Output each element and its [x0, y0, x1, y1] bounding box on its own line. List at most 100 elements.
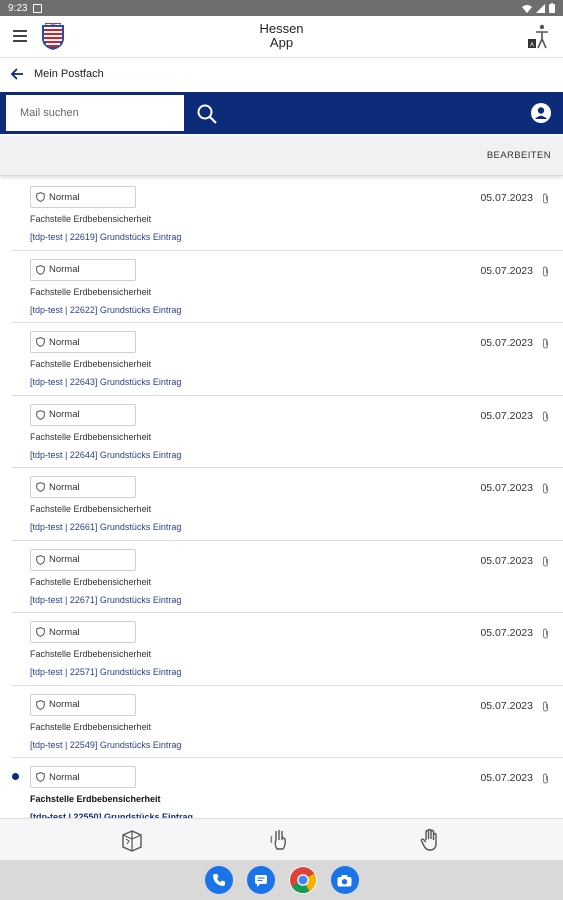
- mail-sender: Fachstelle Erdbebensicherheit: [30, 286, 152, 297]
- shield-icon: [36, 772, 45, 782]
- mail-date: 05.07.2023: [480, 699, 533, 712]
- list-toolbar: BEARBEITEN: [0, 136, 563, 176]
- mail-list-item[interactable]: Normal 05.07.2023 Fachstelle Erdbebensiche…: [12, 396, 563, 468]
- mail-date: 05.07.2023: [480, 554, 533, 567]
- attachment-icon: [543, 628, 548, 639]
- back-navigation[interactable]: Mein Postfach: [0, 60, 563, 90]
- priority-badge: Normal: [30, 258, 136, 281]
- shield-icon: [36, 554, 45, 565]
- mail-sender: Fachstelle Erdbebensicherheit: [30, 721, 152, 732]
- priority-badge: Normal: [30, 548, 136, 571]
- priority-badge: Normal: [30, 766, 136, 788]
- mail-date: 05.07.2023: [480, 482, 533, 494]
- mail-sender: Fachstelle Erdbebensicherheit: [30, 649, 152, 659]
- mail-subject[interactable]: [tdp-test | 22619] Grundstücks Eintrag: [30, 232, 181, 242]
- messages-app-icon[interactable]: [246, 866, 275, 894]
- mail-subject[interactable]: [tdp-test | 22644] Grundstücks Eintrag: [30, 450, 181, 460]
- priority-label: Normal: [49, 191, 80, 203]
- mail-date: 05.07.2023: [480, 772, 533, 784]
- mail-sender: Fachstelle Erdbebensicherheit: [30, 504, 152, 514]
- mail-list-item[interactable]: Normal 05.07.2023 Fachstelle Erdbebensiche…: [12, 251, 563, 323]
- priority-label: Normal: [49, 771, 80, 783]
- attachment-icon: [543, 483, 548, 494]
- app-title-line1: Hessen: [259, 21, 304, 36]
- mail-list-item[interactable]: Normal 05.07.2023 Fachstelle Erdbebensiche…: [12, 468, 563, 541]
- map-book-icon[interactable]: [120, 828, 144, 852]
- mail-subject[interactable]: [tdp-test | 22671] Grundstücks Eintrag: [30, 595, 181, 605]
- mail-sender: Fachstelle Erdbebensicherheit: [30, 214, 152, 224]
- status-time: 9:23: [8, 2, 28, 14]
- mail-date: 05.07.2023: [480, 337, 533, 349]
- mail-list-item[interactable]: Normal 05.07.2023 Fachstelle Erdbebensiche…: [12, 323, 563, 396]
- mail-date: 05.07.2023: [480, 627, 533, 639]
- sign-language-icon[interactable]: [268, 828, 292, 852]
- mail-list-item[interactable]: Normal 05.07.2023 Fachstelle Erdbebensiche…: [12, 613, 563, 686]
- priority-label: Normal: [49, 554, 80, 565]
- shield-icon: [36, 627, 45, 637]
- priority-label: Normal: [49, 264, 80, 275]
- mail-subject[interactable]: [tdp-test | 22549] Grundstücks Eintrag: [30, 740, 181, 750]
- notification-icon: [33, 3, 43, 13]
- mail-subject[interactable]: [tdp-test | 22661] Grundstücks Eintrag: [30, 522, 181, 532]
- mail-subject[interactable]: [tdp-test | 22622] Grundstücks Eintrag: [30, 305, 181, 315]
- attachment-icon: [543, 266, 548, 276]
- accessibility-icon[interactable]: A: [527, 24, 551, 50]
- mail-sender: Fachstelle Erdbebensicherheit: [30, 431, 152, 442]
- account-icon[interactable]: [531, 103, 551, 123]
- unread-indicator: [12, 773, 19, 780]
- mail-date: 05.07.2023: [480, 409, 533, 422]
- hand-icon[interactable]: [418, 828, 442, 852]
- mail-subject[interactable]: [tdp-test | 22571] Grundstücks Eintrag: [30, 667, 181, 677]
- priority-label: Normal: [49, 699, 80, 710]
- mail-list-item[interactable]: Normal 05.07.2023 Fachstelle Erdbebensiche…: [12, 686, 563, 758]
- camera-app-icon[interactable]: [330, 866, 359, 894]
- attachment-icon: [543, 411, 548, 421]
- priority-label: Normal: [49, 409, 80, 420]
- chrome-app-icon[interactable]: [288, 866, 317, 894]
- search-icon[interactable]: [196, 103, 218, 125]
- battery-icon: [549, 3, 555, 13]
- shield-icon: [36, 337, 45, 347]
- priority-label: Normal: [49, 626, 80, 638]
- mail-date: 05.07.2023: [480, 192, 533, 204]
- shield-icon: [36, 482, 45, 492]
- edit-button[interactable]: BEARBEITEN: [487, 150, 551, 161]
- mail-list-item[interactable]: Normal 05.07.2023 Fachstelle Erdbebensiche…: [12, 178, 563, 251]
- search-bar: [0, 92, 563, 134]
- attachment-icon: [543, 701, 548, 711]
- search-input[interactable]: [6, 95, 184, 131]
- priority-badge: Normal: [30, 403, 136, 426]
- shield-icon: [36, 192, 45, 202]
- priority-badge: Normal: [30, 186, 136, 208]
- attachment-icon: [543, 556, 548, 566]
- shield-icon: [36, 699, 45, 710]
- mail-date: 05.07.2023: [480, 264, 533, 277]
- priority-badge: Normal: [30, 693, 136, 716]
- shield-icon: [36, 409, 45, 420]
- attachment-icon: [543, 193, 548, 204]
- app-title-line2: App: [269, 35, 294, 50]
- app-header: Hessen App A: [0, 16, 563, 58]
- mail-list: Normal 05.07.2023 Fachstelle Erdbebensiche…: [0, 178, 563, 818]
- page-title: Mein Postfach: [34, 68, 104, 80]
- priority-badge: Normal: [30, 476, 136, 498]
- mail-subject[interactable]: [tdp-test | 22643] Grundstücks Eintrag: [30, 377, 181, 387]
- priority-label: Normal: [49, 481, 80, 493]
- mail-sender: Fachstelle Erdbebensicherheit: [30, 794, 161, 804]
- shield-icon: [36, 264, 45, 275]
- svg-text:A: A: [530, 43, 534, 49]
- mail-sender: Fachstelle Erdbebensicherheit: [30, 359, 152, 369]
- priority-badge: Normal: [30, 331, 136, 353]
- mail-sender: Fachstelle Erdbebensicherheit: [30, 576, 152, 587]
- priority-badge: Normal: [30, 621, 136, 643]
- app-title: Hessen App: [0, 22, 563, 50]
- bottom-navigation: [0, 818, 563, 860]
- priority-label: Normal: [49, 336, 80, 348]
- back-arrow-icon[interactable]: [10, 67, 24, 81]
- phone-app-icon[interactable]: [204, 866, 233, 894]
- mail-list-item[interactable]: Normal 05.07.2023 Fachstelle Erdbebensiche…: [12, 541, 563, 613]
- attachment-icon: [543, 338, 548, 349]
- mail-list-item[interactable]: Normal 05.07.2023 Fachstelle Erdbebensiche…: [12, 758, 563, 818]
- android-dock: [0, 860, 563, 900]
- signal-icon: [536, 3, 545, 13]
